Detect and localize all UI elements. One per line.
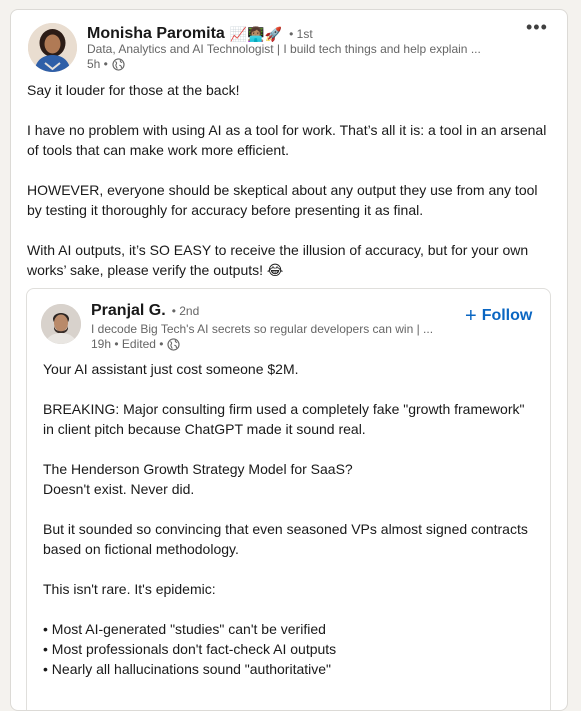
globe-icon xyxy=(112,57,125,71)
globe-icon xyxy=(167,337,181,351)
author-name-emojis: 📈👩🏽‍💻🚀 xyxy=(229,25,283,42)
author-name[interactable]: Monisha Paromita xyxy=(87,25,225,43)
repost-paragraph: Doesn't exist. Never did. xyxy=(43,481,195,497)
post-time: 5h • xyxy=(87,57,108,71)
repost-author-name[interactable]: Pranjal G. xyxy=(91,302,166,320)
repost-bullet: • Nearly all hallucinations sound "autho… xyxy=(43,661,331,677)
repost-bullet: • Most professionals don't fact-check AI… xyxy=(43,641,337,657)
post-text: Say it louder for those at the back! I h… xyxy=(27,80,551,300)
post-paragraph: I have no problem with using AI as a too… xyxy=(27,122,547,158)
repost-author-name-row: Pranjal G. • 2nd xyxy=(91,302,199,320)
repost-meta: 19h • Edited • xyxy=(91,337,181,351)
post-paragraph: HOWEVER, everyone should be skeptical ab… xyxy=(27,182,538,218)
feed-post-card: Monisha Paromita 📈👩🏽‍💻🚀 • 1st Data, Anal… xyxy=(10,9,568,711)
plus-icon: + xyxy=(465,305,477,327)
more-options-icon[interactable]: ••• xyxy=(526,18,552,38)
connection-degree: • 1st xyxy=(289,27,313,41)
author-headline: Data, Analytics and AI Technologist | I … xyxy=(87,42,481,56)
post-meta: 5h • xyxy=(87,57,125,71)
repost-time: 19h • Edited • xyxy=(91,337,164,351)
repost-paragraph: But it sounded so convincing that even s… xyxy=(43,521,528,557)
follow-button[interactable]: + Follow xyxy=(465,305,533,327)
repost-paragraph: This isn't rare. It's epidemic: xyxy=(43,581,216,597)
author-avatar[interactable] xyxy=(28,23,77,72)
repost-author-headline: I decode Big Tech's AI secrets so regula… xyxy=(91,322,434,336)
repost-paragraph: BREAKING: Major consulting firm used a c… xyxy=(43,401,525,437)
post-paragraph: With AI outputs, it’s SO EASY to receive… xyxy=(27,242,529,278)
repost-bullet: • Most AI-generated "studies" can't be v… xyxy=(43,621,326,637)
repost-paragraph: Your AI assistant just cost someone $2M. xyxy=(43,361,299,377)
post-paragraph: Say it louder for those at the back! xyxy=(27,82,240,98)
repost-connection-degree: • 2nd xyxy=(171,304,200,318)
repost-paragraph: The Henderson Growth Strategy Model for … xyxy=(43,461,353,477)
reposted-post-card[interactable]: Pranjal G. • 2nd I decode Big Tech's AI … xyxy=(26,288,551,710)
repost-author-avatar[interactable] xyxy=(41,304,81,344)
repost-text: Your AI assistant just cost someone $2M.… xyxy=(43,359,535,679)
follow-label: Follow xyxy=(481,307,533,324)
